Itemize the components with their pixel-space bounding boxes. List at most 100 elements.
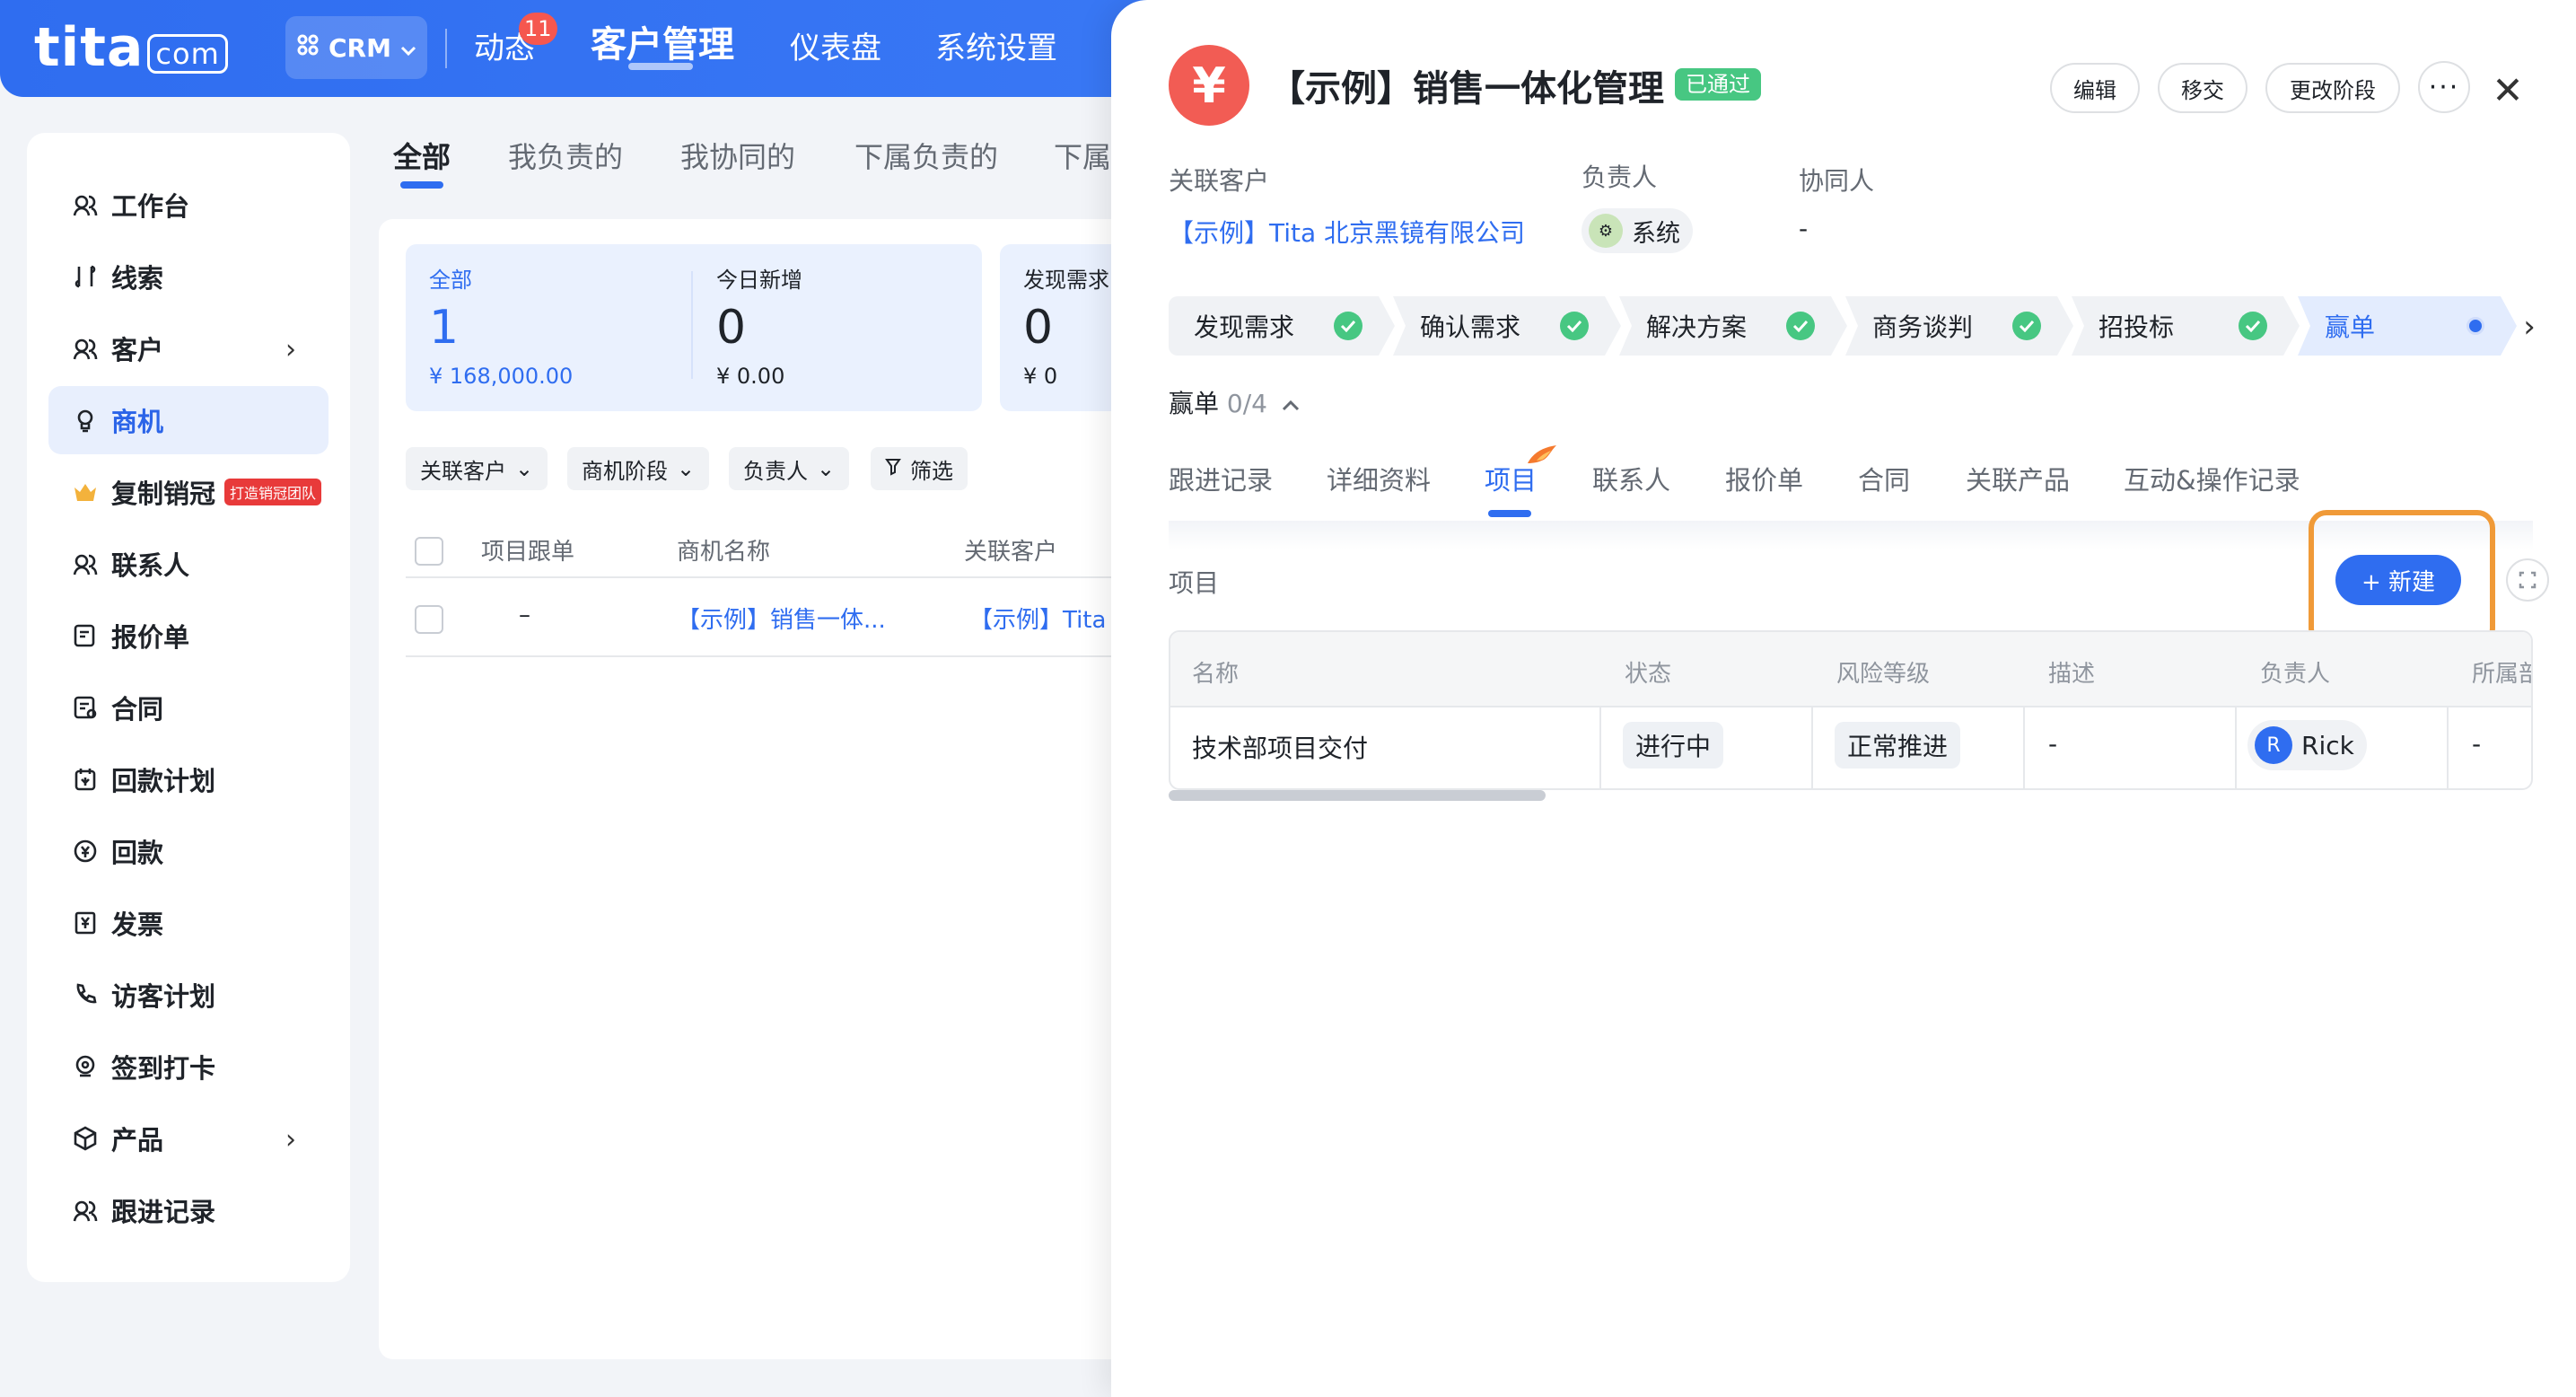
sidebar-item-copy-champion[interactable]: 复制销冠 打造销冠团队	[48, 458, 329, 526]
project-name[interactable]: 技术部项目交付	[1192, 729, 1368, 765]
stat-all[interactable]: 全部 1 ¥ 168,000.00	[429, 262, 573, 389]
tab-active-indicator	[400, 181, 443, 189]
hot-flame-icon	[1526, 444, 1558, 465]
current-stage-dot	[2466, 317, 2484, 335]
system-avatar: ⚙	[1589, 214, 1623, 248]
avatar: R	[2255, 726, 2292, 764]
collaborator-label: 协同人	[1799, 166, 1875, 196]
col-status: 状态	[1625, 661, 1672, 688]
col-opportunity-name: 商机名称	[677, 539, 771, 566]
chevron-down-icon: ⌄	[677, 456, 696, 481]
stat-today-new[interactable]: 今日新增 0 ¥ 0.00	[716, 262, 802, 389]
table-row[interactable]: – 【示例】销售一体... 【示例】Tita :	[406, 580, 1124, 657]
tab-activity-log[interactable]: 互动&操作记录	[2124, 460, 2300, 497]
crown-icon	[70, 477, 101, 507]
opportunity-yen-icon: ¥	[1169, 45, 1249, 126]
sidebar-item-customers[interactable]: 客户 ›	[48, 314, 329, 382]
row-checkbox[interactable]	[415, 605, 443, 634]
stage-discover-need[interactable]: 发现需求	[1169, 296, 1395, 356]
sidebar-item-contracts[interactable]: 合同	[48, 673, 329, 742]
contract-icon	[70, 692, 101, 723]
crm-app-switcher[interactable]: CRM	[285, 16, 427, 79]
stage-solution[interactable]: 解决方案	[1619, 296, 1847, 356]
project-table: 名称 状态 风险等级 描述 负责人 所属部 技术部项目交付 进行中 正常推进 -…	[1169, 630, 2533, 790]
col-risk: 风险等级	[1836, 661, 1931, 688]
project-description: -	[2048, 729, 2058, 759]
chevron-right-icon: ›	[285, 334, 296, 365]
opportunity-detail-drawer: ¥ 【示例】销售一体化管理 已通过 编辑 移交 更改阶段 ··· ✕ 关联客户 …	[1111, 0, 2576, 1397]
check-icon	[1334, 312, 1362, 340]
more-icon[interactable]: ···	[2418, 61, 2470, 113]
tab-projects[interactable]: 项目	[1485, 460, 1537, 497]
horizontal-scrollbar[interactable]	[1169, 790, 1546, 801]
tab-quotes[interactable]: 报价单	[1725, 460, 1803, 497]
project-owner-chip[interactable]: R Rick	[2247, 720, 2367, 770]
nav-active-indicator	[628, 63, 693, 70]
current-stage-summary[interactable]: 赢单 0/4	[1169, 384, 1301, 420]
column-divider	[2023, 707, 2025, 788]
new-project-button[interactable]: + 新建	[2335, 555, 2461, 605]
tab-mine[interactable]: 我负责的	[508, 135, 623, 176]
tab-details[interactable]: 详细资料	[1327, 460, 1431, 497]
sidebar-item-quotes[interactable]: 报价单	[48, 602, 329, 670]
tab-followups[interactable]: 跟进记录	[1169, 460, 1273, 497]
stat-discover-need[interactable]: 发现需求 0 ¥ 0	[1023, 262, 1109, 389]
tab-collaborating[interactable]: 我协同的	[680, 135, 795, 176]
stage-negotiation[interactable]: 商务谈判	[1845, 296, 2073, 356]
notification-badge: 11	[519, 13, 557, 45]
fullscreen-icon[interactable]	[2506, 558, 2549, 602]
sidebar-item-payments[interactable]: 回款	[48, 817, 329, 885]
sidebar-item-visit-plan[interactable]: 访客计划	[48, 961, 329, 1029]
stage-bidding[interactable]: 招投标	[2072, 296, 2300, 356]
tab-contacts[interactable]: 联系人	[1592, 460, 1670, 497]
sidebar-item-contacts[interactable]: 联系人	[48, 530, 329, 598]
stats-card-stage: 发现需求 0 ¥ 0	[1000, 244, 1126, 411]
sidebar-item-opportunities[interactable]: 商机	[48, 386, 329, 454]
col-owner: 负责人	[2260, 661, 2331, 688]
row-opportunity-link[interactable]: 【示例】销售一体...	[677, 602, 886, 635]
filter-button[interactable]: 筛选	[871, 447, 968, 490]
lead-icon	[70, 261, 101, 292]
transfer-button[interactable]: 移交	[2158, 63, 2247, 113]
row-customer-link[interactable]: 【示例】Tita :	[969, 602, 1121, 635]
stage-won[interactable]: 赢单	[2298, 296, 2517, 356]
filter-stage[interactable]: 商机阶段 ⌄	[567, 447, 710, 490]
stage-confirm-need[interactable]: 确认需求	[1393, 296, 1621, 356]
filter-customer[interactable]: 关联客户 ⌄	[406, 447, 548, 490]
section-title: 项目	[1169, 568, 1220, 598]
sidebar-item-invoices[interactable]: 发票	[48, 889, 329, 957]
sidebar-item-leads[interactable]: 线索	[48, 242, 329, 311]
sidebar-item-followups[interactable]: 跟进记录	[48, 1176, 329, 1244]
sidebar-item-products[interactable]: 产品 ›	[48, 1104, 329, 1173]
close-icon[interactable]: ✕	[2483, 65, 2533, 115]
sidebar-item-check-in[interactable]: 签到打卡	[48, 1032, 329, 1101]
tab-related-products[interactable]: 关联产品	[1966, 460, 2070, 497]
filter-owner[interactable]: 负责人 ⌄	[729, 447, 850, 490]
nav-system-settings[interactable]: 系统设置	[935, 27, 1057, 70]
change-stage-button[interactable]: 更改阶段	[2265, 63, 2400, 113]
customer-label: 关联客户	[1169, 166, 1270, 196]
chevron-right-icon[interactable]: ›	[2513, 309, 2545, 345]
column-divider	[1599, 707, 1601, 788]
nav-dashboard[interactable]: 仪表盘	[790, 27, 881, 70]
tab-contracts[interactable]: 合同	[1858, 460, 1910, 497]
select-all-checkbox[interactable]	[415, 537, 443, 566]
location-icon	[70, 1051, 101, 1082]
tab-all[interactable]: 全部	[393, 135, 451, 176]
tab-subordinates-more[interactable]: 下属	[1054, 135, 1111, 176]
customer-link[interactable]: 【示例】Tita 北京黑镜有限公司	[1169, 214, 1525, 250]
chevron-right-icon: ›	[285, 1124, 296, 1155]
stats-card: 全部 1 ¥ 168,000.00 今日新增 0 ¥ 0.00	[406, 244, 982, 411]
filter-icon	[885, 456, 901, 481]
column-divider	[2235, 707, 2237, 788]
nav-customer-management[interactable]: 客户管理	[591, 23, 734, 66]
col-description: 描述	[2048, 661, 2096, 688]
check-icon	[2239, 312, 2267, 340]
tab-subordinates[interactable]: 下属负责的	[854, 135, 998, 176]
owner-chip[interactable]: ⚙ 系统	[1582, 208, 1693, 253]
sidebar-item-payment-plan[interactable]: 回款计划	[48, 745, 329, 813]
edit-button[interactable]: 编辑	[2050, 63, 2140, 113]
sidebar-item-workbench[interactable]: 工作台	[48, 171, 329, 239]
customer-icon	[70, 333, 101, 364]
tita-logo[interactable]: tita com	[34, 16, 228, 79]
